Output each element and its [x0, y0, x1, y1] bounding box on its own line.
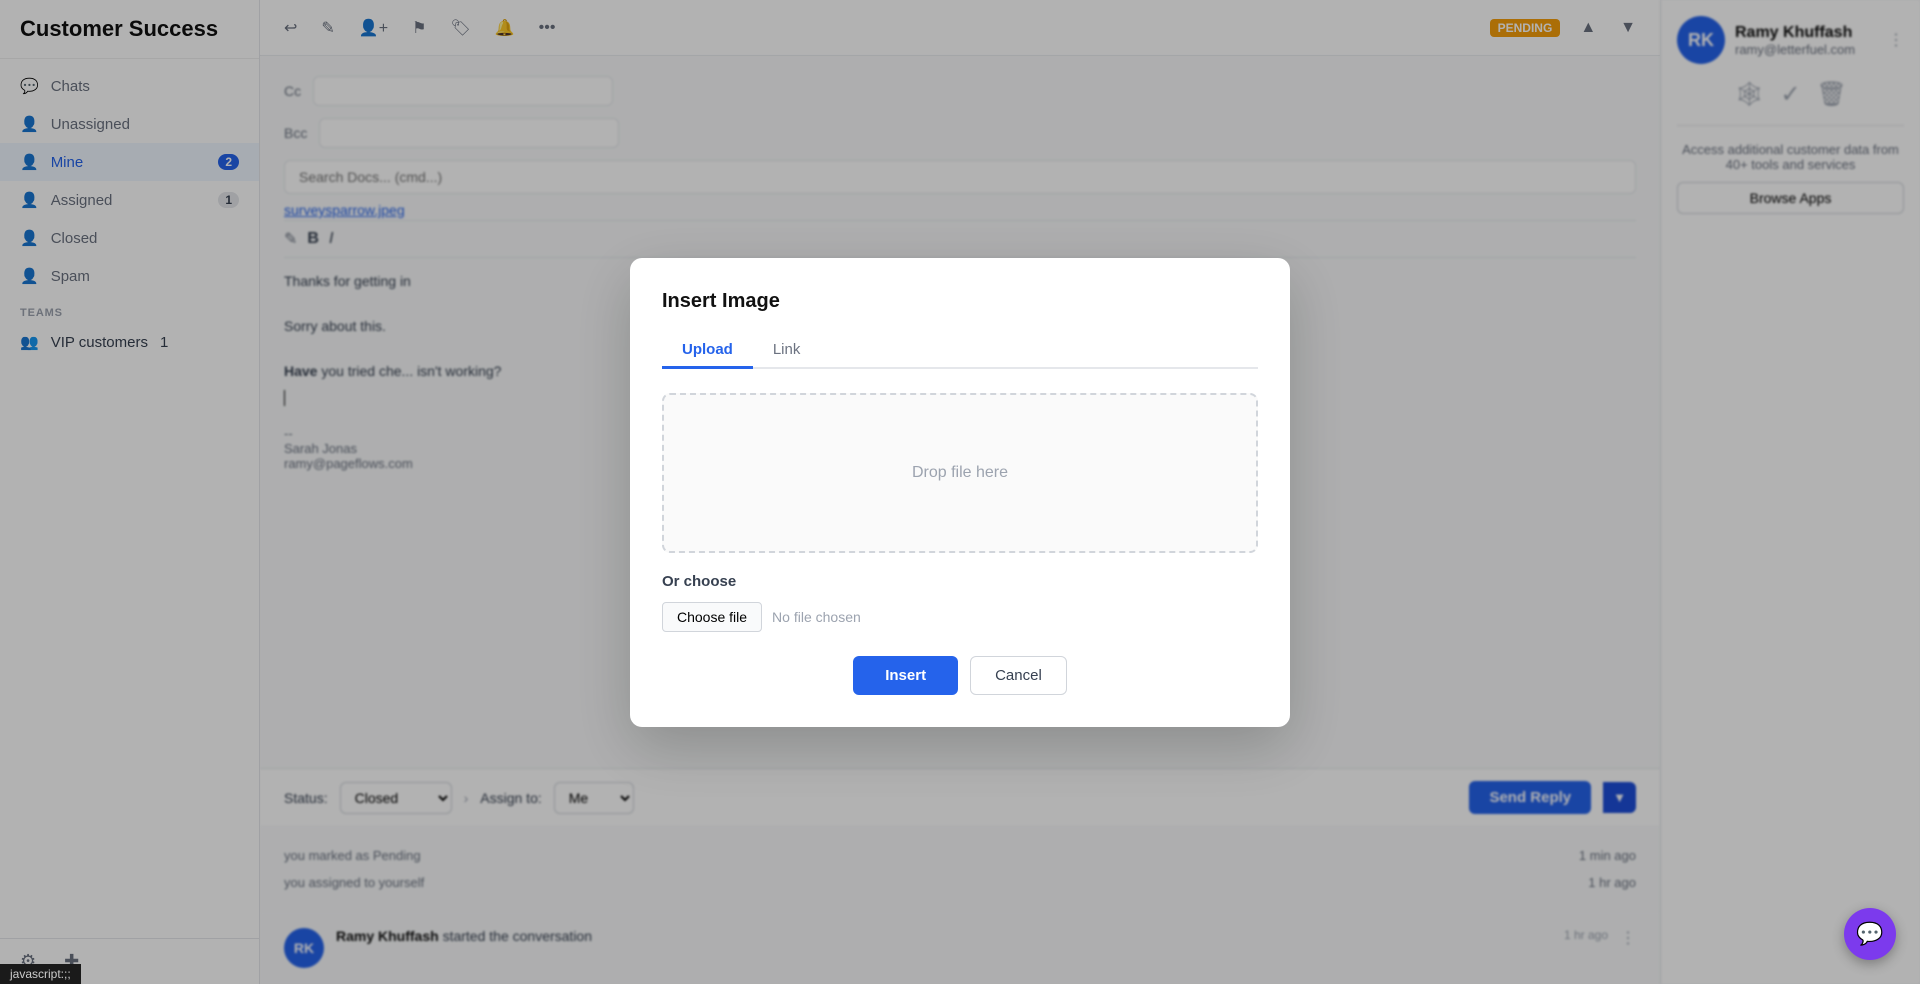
chat-widget-button[interactable]: 💬 [1844, 908, 1896, 960]
modal-overlay: Insert Image Upload Link Drop file here … [0, 0, 1920, 984]
insert-button[interactable]: Insert [853, 656, 958, 695]
modal-title: Insert Image [662, 290, 1258, 313]
chat-widget-icon: 💬 [1856, 921, 1883, 947]
js-bar-text: javascript:;; [10, 967, 71, 981]
tab-row: Upload Link [662, 333, 1258, 369]
no-file-text: No file chosen [772, 609, 861, 625]
modal-actions: Insert Cancel [662, 656, 1258, 695]
file-row: Choose file No file chosen [662, 602, 1258, 632]
drop-zone[interactable]: Drop file here [662, 393, 1258, 553]
choose-file-button[interactable]: Choose file [662, 602, 762, 632]
js-bar: javascript:;; [0, 964, 81, 984]
or-choose-label: Or choose [662, 573, 1258, 590]
drop-zone-text: Drop file here [912, 464, 1008, 482]
cancel-button[interactable]: Cancel [970, 656, 1067, 695]
tab-link[interactable]: Link [753, 333, 821, 369]
insert-image-modal: Insert Image Upload Link Drop file here … [630, 258, 1290, 727]
tab-upload[interactable]: Upload [662, 333, 753, 369]
